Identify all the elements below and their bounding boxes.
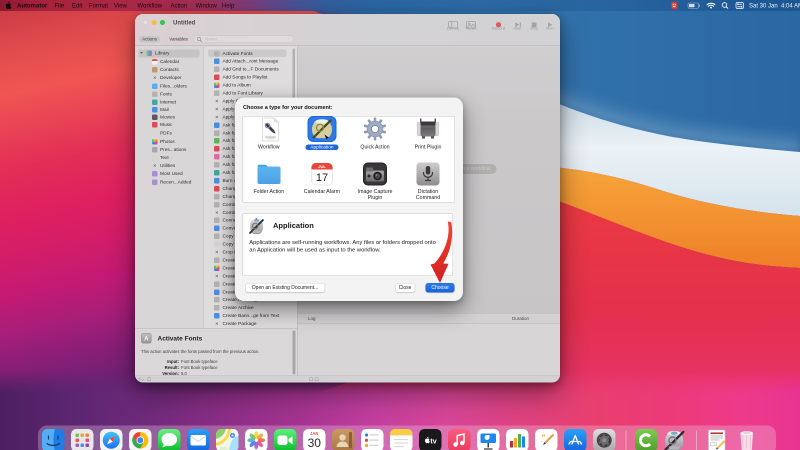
svg-text:“: “ xyxy=(541,433,545,442)
svg-text:30: 30 xyxy=(308,436,322,450)
svg-text:tv: tv xyxy=(430,439,436,446)
svg-text:JUL: JUL xyxy=(318,164,326,169)
svg-text:17: 17 xyxy=(316,172,328,184)
